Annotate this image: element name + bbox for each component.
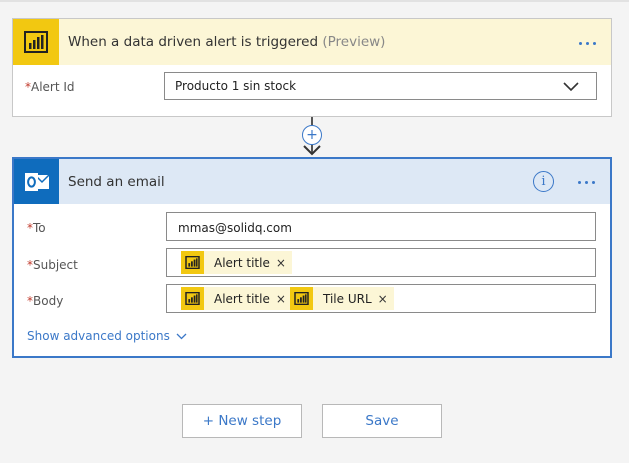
body-input[interactable]: Alert title × Tile URL × — [166, 284, 596, 313]
trigger-title-text: When a data driven alert is triggered — [68, 34, 319, 50]
info-icon[interactable]: i — [533, 171, 554, 192]
powerbi-icon — [181, 251, 204, 274]
action-more-menu-icon[interactable] — [578, 181, 595, 184]
chevron-down-icon — [176, 333, 187, 339]
show-advanced-options-label: Show advanced options — [27, 329, 170, 343]
subject-label: *Subject — [27, 258, 78, 272]
send-email-card-header[interactable]: Send an email i — [14, 159, 610, 204]
preview-badge: (Preview) — [322, 34, 386, 50]
subject-input[interactable]: Alert title × — [166, 248, 596, 277]
chevron-down-icon[interactable] — [563, 81, 579, 95]
to-input[interactable]: mmas@solidq.com — [166, 212, 596, 241]
token-label: Alert title — [214, 291, 270, 306]
send-email-card: Send an email i *To mmas@solidq.com *Sub… — [12, 157, 612, 358]
show-advanced-options-link[interactable]: Show advanced options — [27, 329, 187, 343]
trigger-more-menu-icon[interactable] — [579, 42, 596, 45]
trigger-card: When a data driven alert is triggered (P… — [12, 18, 612, 117]
save-button[interactable]: Save — [322, 404, 442, 438]
to-label: *To — [27, 221, 46, 235]
outlook-icon — [14, 159, 59, 204]
alert-id-value: Producto 1 sin stock — [175, 79, 297, 93]
powerbi-icon — [290, 287, 313, 310]
send-email-title: Send an email — [68, 174, 165, 190]
body-label: *Body — [27, 294, 64, 308]
alert-id-label: *Alert Id — [25, 80, 75, 94]
trigger-title: When a data driven alert is triggered (P… — [68, 34, 385, 50]
token-label: Tile URL — [323, 291, 372, 306]
alert-id-select[interactable]: Producto 1 sin stock — [164, 72, 597, 100]
new-step-button[interactable]: + New step — [182, 404, 302, 438]
dynamic-token-tile-url[interactable]: Tile URL × — [290, 287, 394, 310]
remove-token-icon[interactable]: × — [378, 292, 394, 306]
to-value: mmas@solidq.com — [178, 221, 292, 235]
insert-step-plus-icon[interactable]: + — [302, 125, 322, 145]
top-divider — [0, 0, 629, 2]
token-label: Alert title — [214, 255, 270, 270]
remove-token-icon[interactable]: × — [276, 256, 292, 270]
powerbi-icon — [181, 287, 204, 310]
dynamic-token-alert-title[interactable]: Alert title × — [181, 287, 292, 310]
connector-line-top — [311, 117, 313, 125]
powerbi-icon — [13, 19, 59, 65]
dynamic-token-alert-title[interactable]: Alert title × — [181, 251, 292, 274]
trigger-card-header[interactable]: When a data driven alert is triggered (P… — [13, 19, 611, 65]
connector-arrow-icon — [303, 145, 321, 156]
